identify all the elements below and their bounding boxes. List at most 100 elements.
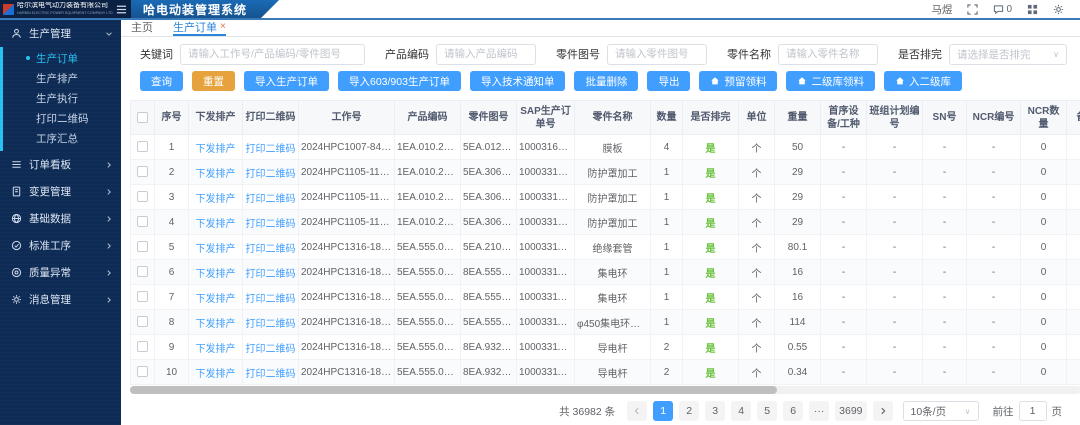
cell-remark: - — [1067, 160, 1080, 185]
二级库领料-button[interactable]: 二级库领料 — [786, 71, 875, 91]
sidebar-menu: 生产管理生产订单生产排产生产执行打印二维码工序汇总订单看板变更管理基础数据标准工… — [0, 20, 121, 313]
sidebar-item-变更管理[interactable]: 变更管理 — [0, 178, 121, 205]
next-page-button[interactable] — [873, 401, 893, 421]
dispatch-link[interactable]: 下发排产 — [196, 369, 236, 380]
button-label: 二级库领料 — [811, 74, 864, 89]
submenu-item-生产排产[interactable]: 生产排产 — [3, 68, 121, 88]
prev-page-button[interactable] — [627, 401, 647, 421]
cell-team_plan_no: - — [867, 135, 923, 160]
cell-weight: 80.1 — [775, 235, 821, 260]
查询-button[interactable]: 查询 — [140, 71, 183, 91]
sidebar-item-生产管理[interactable]: 生产管理 — [0, 20, 121, 47]
入二级库-button[interactable]: 入二级库 — [884, 71, 962, 91]
filter-select-是否排完[interactable]: 请选择是否排完∨ — [949, 44, 1067, 65]
dispatch-link[interactable]: 下发排产 — [196, 294, 236, 305]
submenu-item-生产订单[interactable]: 生产订单 — [3, 48, 121, 68]
重置-button[interactable]: 重置 — [192, 71, 235, 91]
page-button-3[interactable]: 3 — [705, 401, 725, 421]
submenu-item-打印二维码[interactable]: 打印二维码 — [3, 108, 121, 128]
row-checkbox[interactable] — [137, 366, 148, 377]
main-content: 关键词产品编码零件图号零件名称是否排完请选择是否排完∨ 查询重置导入生产订单导入… — [121, 37, 1080, 425]
filter-input-零件图号[interactable] — [607, 44, 707, 65]
cell-work_no: 2024HPC1105-1147-3 — [299, 185, 395, 210]
row-checkbox[interactable] — [137, 166, 148, 177]
cell-weight: 50 — [775, 135, 821, 160]
doc-icon — [11, 186, 23, 197]
sidebar-item-标准工序[interactable]: 标准工序 — [0, 232, 121, 259]
print_qr-link[interactable]: 打印二维码 — [246, 169, 296, 180]
fullscreen-icon[interactable] — [967, 4, 978, 15]
filter-input-零件名称[interactable] — [778, 44, 878, 65]
row-checkbox[interactable] — [137, 216, 148, 227]
filter-零件名称: 零件名称 — [727, 44, 878, 65]
导入技术通知单-button[interactable]: 导入技术通知单 — [470, 71, 566, 91]
dispatch-link[interactable]: 下发排产 — [196, 244, 236, 255]
button-label: 查询 — [151, 74, 172, 89]
row-checkbox[interactable] — [137, 241, 148, 252]
tab-home[interactable]: 主页 — [131, 20, 153, 36]
dispatch-link[interactable]: 下发排产 — [196, 144, 236, 155]
scrollbar-thumb[interactable] — [130, 386, 777, 394]
dispatch-link[interactable]: 下发排产 — [196, 319, 236, 330]
table-row: 6下发排产打印二维码2024HPC1316-1833-25EA.555.0312… — [131, 260, 1080, 285]
sidebar-item-订单看板[interactable]: 订单看板 — [0, 151, 121, 178]
page-button-1[interactable]: 1 — [653, 401, 673, 421]
dispatch-link[interactable]: 下发排产 — [196, 269, 236, 280]
cell-scheduled: 是 — [683, 135, 739, 160]
导入603/903生产订单-button[interactable]: 导入603/903生产订单 — [338, 71, 461, 91]
page-size-select[interactable]: 10条/页 ∨ — [903, 401, 979, 421]
dispatch-link[interactable]: 下发排产 — [196, 169, 236, 180]
tab-production-order[interactable]: 生产订单 × — [173, 20, 226, 36]
submenu-item-工序汇总[interactable]: 工序汇总 — [3, 128, 121, 148]
cell-sn_no: - — [923, 135, 967, 160]
sidebar-item-消息管理[interactable]: 消息管理 — [0, 286, 121, 313]
hamburger-icon[interactable] — [116, 4, 127, 15]
horizontal-scrollbar[interactable] — [130, 386, 1080, 394]
导出-button[interactable]: 导出 — [647, 71, 690, 91]
submenu-item-生产执行[interactable]: 生产执行 — [3, 88, 121, 108]
page-button-5[interactable]: 5 — [757, 401, 777, 421]
print_qr-link[interactable]: 打印二维码 — [246, 269, 296, 280]
print_qr-link[interactable]: 打印二维码 — [246, 219, 296, 230]
print_qr-link[interactable]: 打印二维码 — [246, 194, 296, 205]
select-all-checkbox[interactable] — [137, 112, 148, 123]
预留领料-button[interactable]: 预留领料 — [699, 71, 777, 91]
grid-menu-icon[interactable] — [1027, 4, 1038, 15]
page-button-4[interactable]: 4 — [731, 401, 751, 421]
dispatch-link[interactable]: 下发排产 — [196, 194, 236, 205]
print_qr-link[interactable]: 打印二维码 — [246, 319, 296, 330]
filter-input-产品编码[interactable] — [436, 44, 536, 65]
page-button-6[interactable]: 6 — [783, 401, 803, 421]
print_qr-link[interactable]: 打印二维码 — [246, 344, 296, 355]
cell-weight: 114 — [775, 310, 821, 335]
row-checkbox[interactable] — [137, 141, 148, 152]
message-icon[interactable]: 0 — [993, 4, 1012, 15]
row-checkbox[interactable] — [137, 341, 148, 352]
close-icon[interactable]: × — [220, 22, 226, 32]
row-checkbox[interactable] — [137, 291, 148, 302]
sidebar-item-基础数据[interactable]: 基础数据 — [0, 205, 121, 232]
row-checkbox[interactable] — [137, 191, 148, 202]
dispatch-link[interactable]: 下发排产 — [196, 344, 236, 355]
print_qr-link[interactable]: 打印二维码 — [246, 369, 296, 380]
print_qr-link[interactable]: 打印二维码 — [246, 294, 296, 305]
gear-icon[interactable] — [1053, 4, 1064, 15]
print_qr-link[interactable]: 打印二维码 — [246, 244, 296, 255]
filter-label: 是否排完 — [898, 46, 942, 62]
cell-ncr_qty: 0 — [1021, 160, 1067, 185]
print_qr-link[interactable]: 打印二维码 — [246, 144, 296, 155]
dispatch-link[interactable]: 下发排产 — [196, 219, 236, 230]
sidebar-item-质量异常[interactable]: 质量异常 — [0, 259, 121, 286]
cell-drawing_no: 5EA.210.0032 — [461, 235, 517, 260]
cell-team_plan_no: - — [867, 310, 923, 335]
username[interactable]: 马煜 — [931, 2, 952, 17]
page-button-2[interactable]: 2 — [679, 401, 699, 421]
row-checkbox[interactable] — [137, 316, 148, 327]
row-checkbox[interactable] — [137, 266, 148, 277]
goto-page-input[interactable] — [1019, 401, 1047, 421]
cell-checkbox — [131, 335, 155, 360]
filter-input-关键词[interactable] — [180, 44, 365, 65]
page-button-3699[interactable]: 3699 — [835, 401, 866, 421]
导入生产订单-button[interactable]: 导入生产订单 — [244, 71, 329, 91]
批量删除-button[interactable]: 批量删除 — [574, 71, 638, 91]
